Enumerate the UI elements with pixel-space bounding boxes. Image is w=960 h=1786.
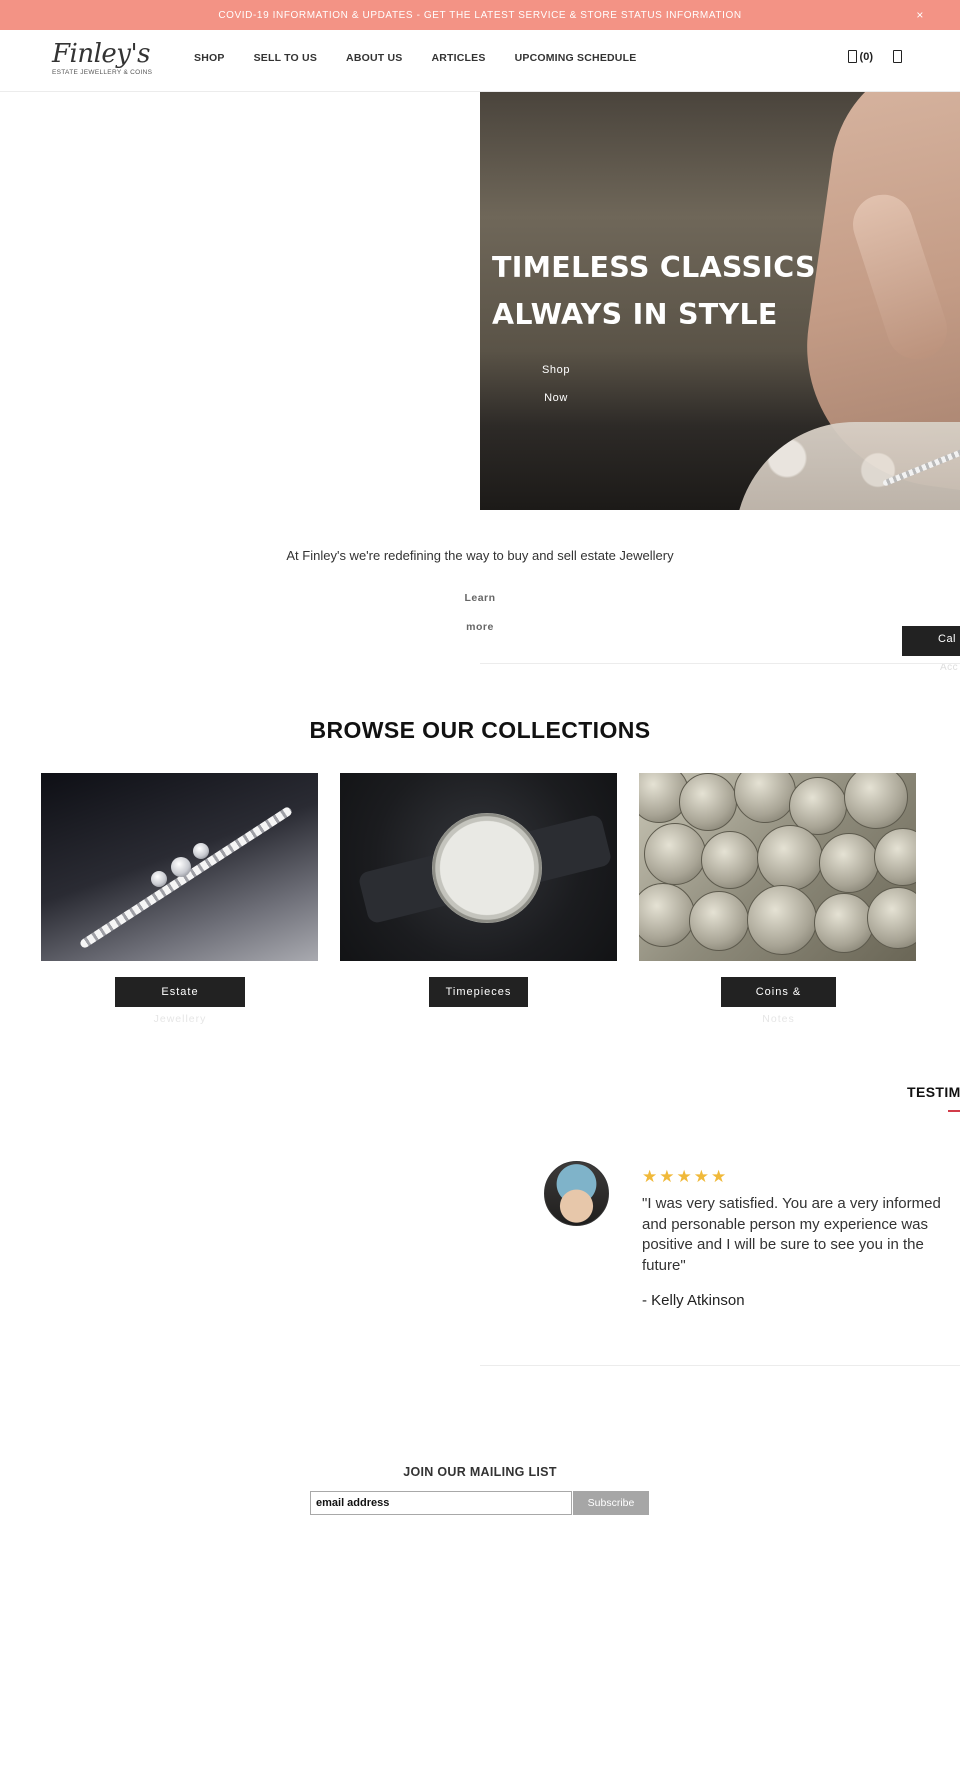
logo[interactable]: Finley's ESTATE JEWELLERY & COINS: [52, 39, 153, 82]
nav-shop[interactable]: SHOP: [194, 52, 225, 64]
call-button[interactable]: Cal: [902, 626, 960, 656]
coin-shape: [644, 823, 706, 885]
hero-headline-line2: ALWAYS IN STYLE: [492, 298, 778, 331]
close-icon[interactable]: ×: [916, 8, 924, 22]
coin-shape: [757, 825, 823, 891]
coin-shape: [747, 885, 817, 955]
announcement-bar[interactable]: COVID-19 INFORMATION & UPDATES - GET THE…: [0, 0, 960, 30]
nav-about-us[interactable]: ABOUT US: [346, 52, 402, 64]
coin-shape: [734, 773, 796, 823]
bracelet-shape: [78, 805, 294, 950]
header-icons: (0): [847, 50, 902, 63]
testimonial-author: - Kelly Atkinson: [642, 1292, 745, 1309]
nav-articles[interactable]: ARTICLES: [431, 52, 485, 64]
learn-more-link[interactable]: Learn more: [458, 584, 502, 642]
coin-shape: [679, 773, 737, 831]
collection-button-coins-notes[interactable]: Coins &: [721, 977, 836, 1007]
collection-button-timepieces[interactable]: Timepieces: [429, 977, 528, 1007]
intro-text: At Finley's we're redefining the way to …: [286, 548, 674, 563]
cart-button[interactable]: (0): [847, 50, 873, 63]
collection-image-estate-jewellery[interactable]: [41, 773, 318, 961]
collection-button-estate-jewellery[interactable]: Estate: [115, 977, 245, 1007]
watch-face-shape: [432, 813, 542, 923]
coin-shape: [867, 887, 916, 949]
collections-title: BROWSE OUR COLLECTIONS: [309, 717, 651, 743]
collection-image-timepieces[interactable]: [340, 773, 617, 961]
diamond-shape: [193, 843, 209, 859]
logo-script: Finley's: [52, 39, 150, 69]
coin-shape: [639, 883, 695, 947]
testimonial-quote: "I was very satisfied. You are a very in…: [642, 1195, 941, 1274]
account-icon[interactable]: [893, 50, 902, 63]
cart-count: (0): [859, 50, 873, 63]
section-divider: [480, 1365, 960, 1366]
hero-headline-line1: TIMELESS CLASSICS: [492, 251, 816, 284]
email-field[interactable]: [310, 1491, 572, 1515]
coin-shape: [689, 891, 749, 951]
section-divider: [480, 663, 960, 664]
coin-shape: [844, 773, 908, 829]
hero-headline: TIMELESS CLASSICS ALWAYS IN STYLE: [492, 244, 832, 338]
collection-button-coins-notes-sub: Notes: [762, 1013, 795, 1025]
diamond-shape: [151, 871, 167, 887]
announcement-text[interactable]: COVID-19 INFORMATION & UPDATES - GET THE…: [218, 10, 741, 21]
collection-button-estate-jewellery-sub: Jewellery: [153, 1013, 207, 1025]
nav-upcoming-schedule[interactable]: UPCOMING SCHEDULE: [515, 52, 637, 64]
coin-shape: [874, 828, 916, 886]
mailing-list-title: JOIN OUR MAILING LIST: [403, 1465, 557, 1479]
nav-sell-to-us[interactable]: SELL TO US: [254, 52, 317, 64]
hero-banner: TIMELESS CLASSICS ALWAYS IN STYLE Shop N…: [480, 92, 960, 510]
testimonials-underline: [948, 1110, 960, 1112]
diamond-shape: [171, 857, 191, 877]
rating-stars: ★★★★★: [642, 1167, 729, 1186]
site-header: Finley's ESTATE JEWELLERY & COINS SHOP S…: [0, 30, 960, 92]
collection-image-coins-notes[interactable]: [639, 773, 916, 961]
coin-shape: [819, 833, 879, 893]
cart-icon: [847, 50, 857, 63]
logo-subtitle: ESTATE JEWELLERY & COINS: [52, 69, 153, 76]
testimonials-title: TESTIMO: [907, 1084, 960, 1100]
main-nav: SHOP SELL TO US ABOUT US ARTICLES UPCOMI…: [194, 52, 665, 64]
hero-shop-now-button[interactable]: Shop Now: [532, 356, 580, 412]
avatar: [544, 1161, 609, 1226]
coin-shape: [701, 831, 759, 889]
subscribe-button[interactable]: Subscribe: [573, 1491, 649, 1515]
coin-shape: [814, 893, 874, 953]
